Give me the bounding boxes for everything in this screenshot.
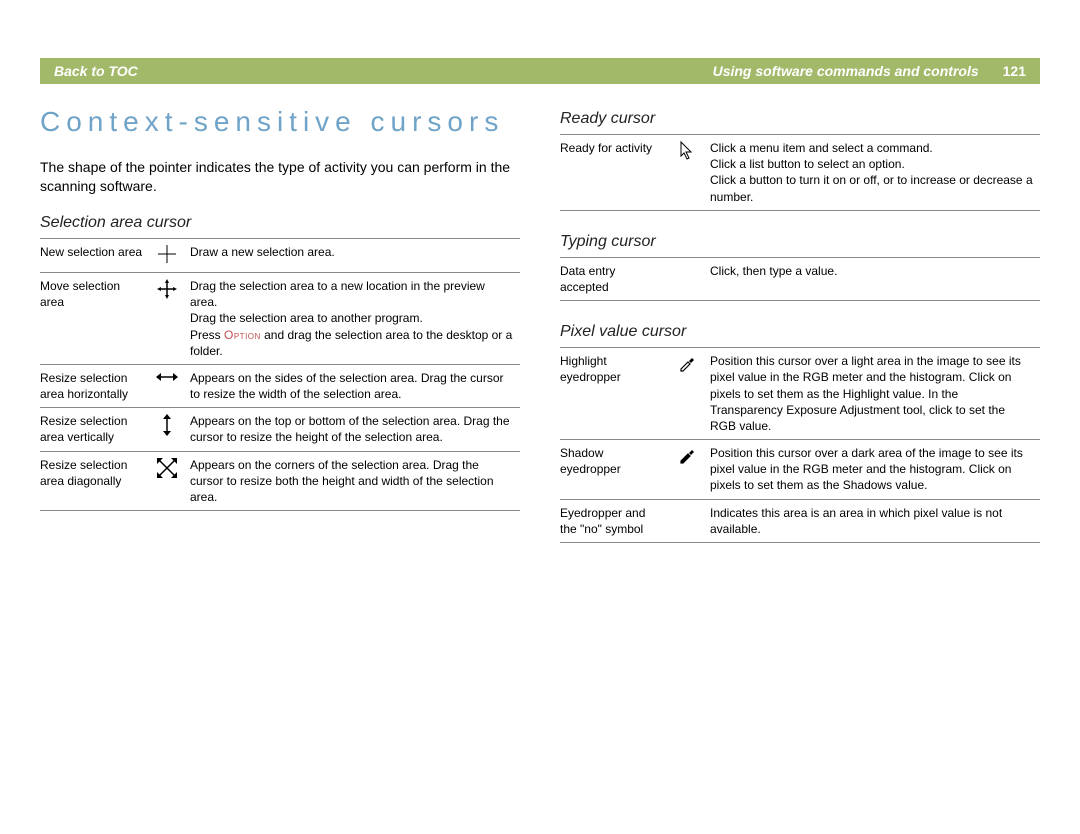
table-row: Eyedropper and the "no" symbol Indicates… xyxy=(560,499,1040,542)
row-desc: Indicates this area is an area in which … xyxy=(710,499,1040,542)
page-number: 121 xyxy=(1003,63,1026,79)
ready-cursor-table: Ready for activity Click a menu item and… xyxy=(560,134,1040,211)
row-label: Resize selection area horizontally xyxy=(40,364,150,407)
ready-cursor-heading: Ready cursor xyxy=(560,110,1040,128)
back-to-toc-link[interactable]: Back to TOC xyxy=(54,63,138,79)
pixel-value-heading: Pixel value cursor xyxy=(560,323,1040,341)
no-symbol-icon xyxy=(670,499,710,542)
table-row: Shadow eyedropper Position this cursor o… xyxy=(560,440,1040,500)
resize-h-icon xyxy=(150,364,190,407)
row-desc: Appears on the sides of the selection ar… xyxy=(190,364,520,407)
eyedropper-filled-icon xyxy=(670,440,710,500)
row-label: Shadow eyedropper xyxy=(560,440,670,500)
row-label: Ready for activity xyxy=(560,135,670,211)
left-column: Context-sensitive cursors The shape of t… xyxy=(40,106,520,543)
selection-area-table: New selection area Draw a new selection … xyxy=(40,238,520,511)
page-title: Context-sensitive cursors xyxy=(40,106,520,138)
typing-cursor-heading: Typing cursor xyxy=(560,233,1040,251)
row-desc: Appears on the corners of the selection … xyxy=(190,451,520,511)
row-label: Eyedropper and the "no" symbol xyxy=(560,499,670,542)
table-row: Resize selection area diagonally Appears… xyxy=(40,451,520,511)
row-label: Resize selection area diagonally xyxy=(40,451,150,511)
selection-area-heading: Selection area cursor xyxy=(40,214,520,232)
move-icon xyxy=(150,272,190,364)
ibeam-icon xyxy=(670,257,710,300)
right-column: Ready cursor Ready for activity Click a … xyxy=(560,106,1040,543)
crosshair-icon xyxy=(150,238,190,272)
resize-d-icon xyxy=(150,451,190,511)
resize-v-icon xyxy=(150,408,190,451)
row-desc: Click a menu item and select a command. … xyxy=(710,135,1040,211)
table-row: Resize selection area vertically Appears… xyxy=(40,408,520,451)
table-row: New selection area Draw a new selection … xyxy=(40,238,520,272)
row-desc: Position this cursor over a dark area of… xyxy=(710,440,1040,500)
chapter-title: Using software commands and controls xyxy=(713,63,979,79)
row-desc: Click, then type a value. xyxy=(710,257,1040,300)
row-desc: Drag the selection area to a new locatio… xyxy=(190,272,520,364)
arrow-cursor-icon xyxy=(670,135,710,211)
table-row: Ready for activity Click a menu item and… xyxy=(560,135,1040,211)
pixel-value-table: Highlight eyedropper Position this curso… xyxy=(560,347,1040,543)
header-bar: Back to TOC Using software commands and … xyxy=(40,58,1040,84)
table-row: Data entry accepted Click, then type a v… xyxy=(560,257,1040,300)
row-desc: Position this cursor over a light area i… xyxy=(710,348,1040,440)
eyedropper-icon xyxy=(670,348,710,440)
row-label: Highlight eyedropper xyxy=(560,348,670,440)
row-label: New selection area xyxy=(40,238,150,272)
table-row: Move selection area Drag the selection a… xyxy=(40,272,520,364)
row-label: Data entry accepted xyxy=(560,257,670,300)
row-desc: Draw a new selection area. xyxy=(190,238,520,272)
option-key-text: Option xyxy=(224,328,261,342)
row-desc: Appears on the top or bottom of the sele… xyxy=(190,408,520,451)
table-row: Resize selection area horizontally Appea… xyxy=(40,364,520,407)
intro-text: The shape of the pointer indicates the t… xyxy=(40,158,520,196)
row-label: Resize selection area vertically xyxy=(40,408,150,451)
row-label: Move selection area xyxy=(40,272,150,364)
table-row: Highlight eyedropper Position this curso… xyxy=(560,348,1040,440)
typing-cursor-table: Data entry accepted Click, then type a v… xyxy=(560,257,1040,301)
